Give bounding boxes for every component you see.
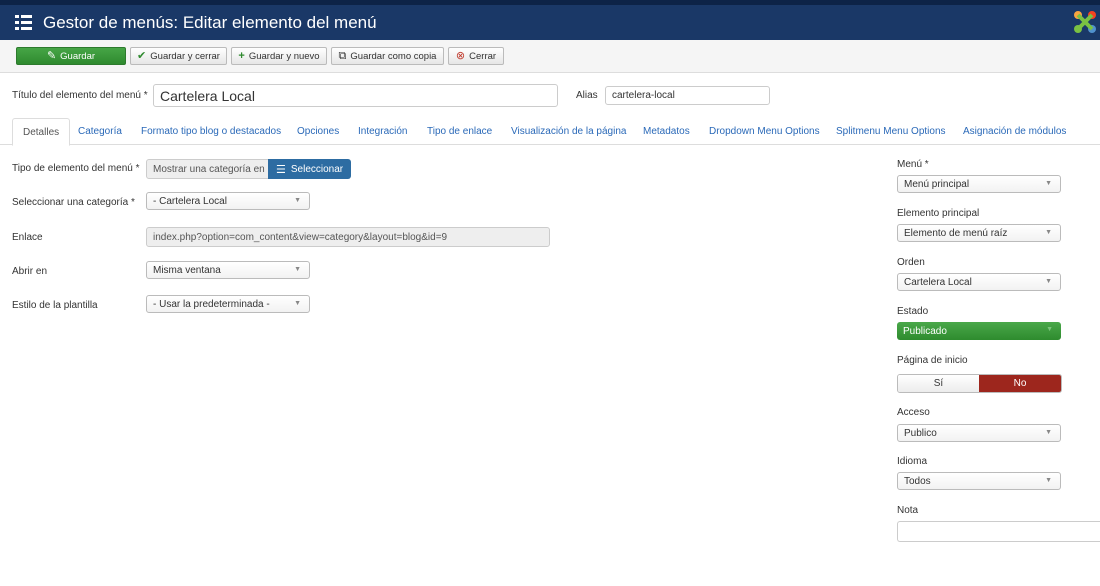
tab-tipo-enlace[interactable]: Tipo de enlace xyxy=(427,118,492,145)
language-select[interactable]: Todos ▼ xyxy=(897,472,1061,490)
state-label: Estado xyxy=(897,306,929,317)
menu-item-type-field: Mostrar una categoría en xyxy=(146,159,270,179)
tab-opciones[interactable]: Opciones xyxy=(297,118,339,145)
tab-visualizacion[interactable]: Visualización de la página xyxy=(511,118,626,145)
toolbar: ✎ Guardar ✔ Guardar y cerrar + Guardar y… xyxy=(0,40,1100,73)
home-yes-button[interactable]: Sí xyxy=(898,375,979,392)
chevron-down-icon: ▼ xyxy=(294,300,301,307)
chevron-down-icon: ▼ xyxy=(1046,326,1053,333)
tab-dropdown-menu-options[interactable]: Dropdown Menu Options xyxy=(709,118,820,145)
list-icon: ☰ xyxy=(276,163,286,176)
template-style-label: Estilo de la plantilla xyxy=(12,300,98,311)
chevron-down-icon: ▼ xyxy=(294,266,301,273)
save-copy-button[interactable]: ⧉ Guardar como copia xyxy=(331,47,444,65)
alias-label: Alias xyxy=(576,90,598,101)
open-in-label: Abrir en xyxy=(12,266,48,277)
order-label: Orden xyxy=(897,257,925,268)
close-button[interactable]: ⊗ Cerrar xyxy=(448,47,504,65)
access-label: Acceso xyxy=(897,407,930,418)
tab-metadatos[interactable]: Metadatos xyxy=(643,118,690,145)
header-bar: Gestor de menús: Editar elemento del men… xyxy=(0,0,1100,40)
template-style-select[interactable]: - Usar la predeterminada - ▼ xyxy=(146,295,310,313)
save-close-button[interactable]: ✔ Guardar y cerrar xyxy=(130,47,227,65)
link-label: Enlace xyxy=(12,232,43,243)
page-title: Gestor de menús: Editar elemento del men… xyxy=(43,13,377,32)
home-no-button[interactable]: No xyxy=(979,375,1061,392)
chevron-down-icon: ▼ xyxy=(1045,477,1052,484)
title-input[interactable]: Cartelera Local xyxy=(153,84,558,107)
title-label: Título del elemento del menú * xyxy=(12,90,148,101)
chevron-down-icon: ▼ xyxy=(294,197,301,204)
home-page-label: Página de inicio xyxy=(897,355,968,366)
menu-item-type-label: Tipo de elemento del menú * xyxy=(12,163,140,174)
chevron-down-icon: ▼ xyxy=(1045,180,1052,187)
chevron-down-icon: ▼ xyxy=(1045,429,1052,436)
home-page-toggle: Sí No xyxy=(897,374,1062,393)
tab-formato-blog[interactable]: Formato tipo blog o destacados xyxy=(141,118,281,145)
tab-categoria[interactable]: Categoría xyxy=(78,118,122,145)
copy-icon: ⧉ xyxy=(338,49,347,62)
select-type-button[interactable]: ☰ Seleccionar xyxy=(268,159,352,179)
check-icon: ✔ xyxy=(137,49,147,62)
tab-asignacion-modulos[interactable]: Asignación de módulos xyxy=(963,118,1066,145)
save-new-button[interactable]: + Guardar y nuevo xyxy=(231,47,327,65)
edit-icon: ✎ xyxy=(46,49,57,62)
plus-icon: + xyxy=(238,49,245,62)
tab-bar: Detalles Categoría Formato tipo blog o d… xyxy=(0,118,1100,146)
note-label: Nota xyxy=(897,505,919,516)
alias-input[interactable]: cartelera-local xyxy=(605,86,770,105)
tab-detalles[interactable]: Detalles xyxy=(12,118,71,146)
chevron-down-icon: ▼ xyxy=(1045,278,1052,285)
link-field: index.php?option=com_content&view=catego… xyxy=(146,227,550,247)
tab-integracion[interactable]: Integración xyxy=(358,118,407,145)
note-input[interactable] xyxy=(897,521,1100,542)
list-icon xyxy=(15,15,32,30)
parent-item-label: Elemento principal xyxy=(897,208,980,219)
order-select[interactable]: Cartelera Local ▼ xyxy=(897,273,1061,291)
menu-select[interactable]: Menú principal ▼ xyxy=(897,175,1061,193)
language-label: Idioma xyxy=(897,456,928,467)
tab-splitmenu-menu-options[interactable]: Splitmenu Menu Options xyxy=(836,118,946,145)
open-in-select[interactable]: Misma ventana ▼ xyxy=(146,261,310,279)
cancel-icon: ⊗ xyxy=(455,49,466,62)
save-button[interactable]: ✎ Guardar xyxy=(16,47,126,65)
category-select[interactable]: - Cartelera Local ▼ xyxy=(146,192,310,210)
parent-item-select[interactable]: Elemento de menú raíz ▼ xyxy=(897,224,1061,242)
state-select[interactable]: Publicado ▼ xyxy=(897,322,1061,340)
chevron-down-icon: ▼ xyxy=(1045,229,1052,236)
access-select[interactable]: Publico ▼ xyxy=(897,424,1061,442)
category-label: Seleccionar una categoría * xyxy=(12,197,135,208)
joomla-logo-icon[interactable] xyxy=(1072,9,1098,35)
menu-label: Menú * xyxy=(897,159,929,170)
